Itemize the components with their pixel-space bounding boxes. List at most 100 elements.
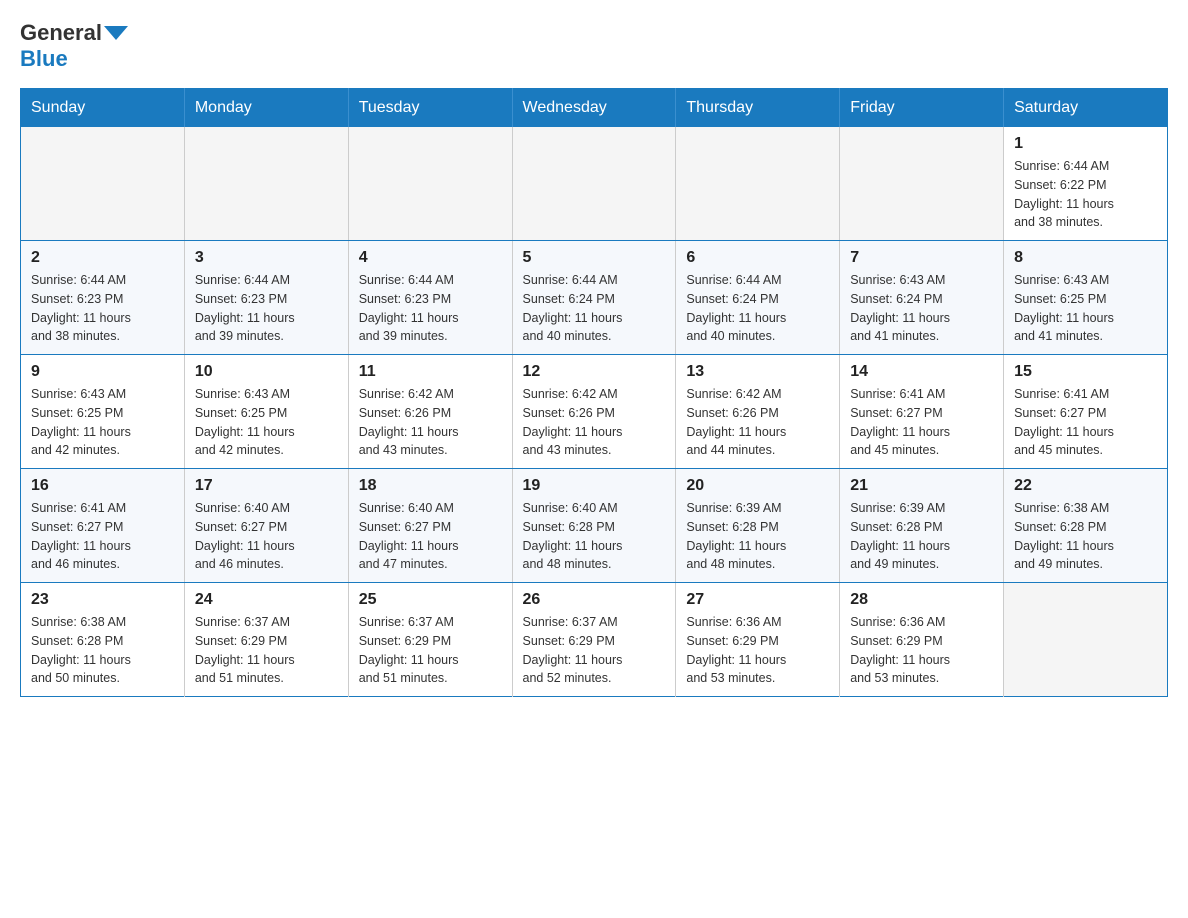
calendar-week-row: 23 Sunrise: 6:38 AM Sunset: 6:28 PM Dayli…	[21, 583, 1168, 697]
day-sun-info: Sunrise: 6:41 AM Sunset: 6:27 PM Dayligh…	[1014, 385, 1157, 460]
calendar-day-cell: 1 Sunrise: 6:44 AM Sunset: 6:22 PM Daylig…	[1004, 127, 1168, 241]
day-number: 3	[195, 249, 338, 267]
calendar-day-cell: 27 Sunrise: 6:36 AM Sunset: 6:29 PM Dayli…	[676, 583, 840, 697]
calendar-table: SundayMondayTuesdayWednesdayThursdayFrid…	[20, 88, 1168, 697]
day-sun-info: Sunrise: 6:43 AM Sunset: 6:24 PM Dayligh…	[850, 271, 993, 346]
day-sun-info: Sunrise: 6:44 AM Sunset: 6:23 PM Dayligh…	[359, 271, 502, 346]
day-number: 15	[1014, 363, 1157, 381]
day-number: 7	[850, 249, 993, 267]
day-sun-info: Sunrise: 6:36 AM Sunset: 6:29 PM Dayligh…	[686, 613, 829, 688]
day-sun-info: Sunrise: 6:40 AM Sunset: 6:27 PM Dayligh…	[359, 499, 502, 574]
day-number: 18	[359, 477, 502, 495]
day-sun-info: Sunrise: 6:42 AM Sunset: 6:26 PM Dayligh…	[523, 385, 666, 460]
day-sun-info: Sunrise: 6:44 AM Sunset: 6:23 PM Dayligh…	[195, 271, 338, 346]
day-sun-info: Sunrise: 6:37 AM Sunset: 6:29 PM Dayligh…	[359, 613, 502, 688]
day-sun-info: Sunrise: 6:43 AM Sunset: 6:25 PM Dayligh…	[195, 385, 338, 460]
calendar-day-cell: 6 Sunrise: 6:44 AM Sunset: 6:24 PM Daylig…	[676, 241, 840, 355]
day-sun-info: Sunrise: 6:42 AM Sunset: 6:26 PM Dayligh…	[359, 385, 502, 460]
day-number: 27	[686, 591, 829, 609]
day-of-week-header: Thursday	[676, 89, 840, 128]
logo-triangle-icon	[104, 26, 128, 40]
day-sun-info: Sunrise: 6:37 AM Sunset: 6:29 PM Dayligh…	[195, 613, 338, 688]
calendar-day-cell	[21, 127, 185, 241]
calendar-day-cell: 25 Sunrise: 6:37 AM Sunset: 6:29 PM Dayli…	[348, 583, 512, 697]
day-number: 19	[523, 477, 666, 495]
day-number: 2	[31, 249, 174, 267]
calendar-week-row: 16 Sunrise: 6:41 AM Sunset: 6:27 PM Dayli…	[21, 469, 1168, 583]
day-sun-info: Sunrise: 6:38 AM Sunset: 6:28 PM Dayligh…	[31, 613, 174, 688]
day-sun-info: Sunrise: 6:42 AM Sunset: 6:26 PM Dayligh…	[686, 385, 829, 460]
day-sun-info: Sunrise: 6:37 AM Sunset: 6:29 PM Dayligh…	[523, 613, 666, 688]
day-sun-info: Sunrise: 6:44 AM Sunset: 6:24 PM Dayligh…	[686, 271, 829, 346]
calendar-day-cell: 19Sunrise: 6:40 AM Sunset: 6:28 PM Dayli…	[512, 469, 676, 583]
day-number: 12	[523, 363, 666, 381]
calendar-day-cell: 24 Sunrise: 6:37 AM Sunset: 6:29 PM Dayli…	[184, 583, 348, 697]
calendar-day-cell: 28 Sunrise: 6:36 AM Sunset: 6:29 PM Dayli…	[840, 583, 1004, 697]
day-sun-info: Sunrise: 6:39 AM Sunset: 6:28 PM Dayligh…	[850, 499, 993, 574]
calendar-day-cell: 12 Sunrise: 6:42 AM Sunset: 6:26 PM Dayli…	[512, 355, 676, 469]
day-sun-info: Sunrise: 6:40 AM Sunset: 6:27 PM Dayligh…	[195, 499, 338, 574]
day-sun-info: Sunrise: 6:41 AM Sunset: 6:27 PM Dayligh…	[850, 385, 993, 460]
calendar-day-cell	[1004, 583, 1168, 697]
day-number: 5	[523, 249, 666, 267]
calendar-day-cell: 9 Sunrise: 6:43 AM Sunset: 6:25 PM Daylig…	[21, 355, 185, 469]
calendar-day-cell: 5 Sunrise: 6:44 AM Sunset: 6:24 PM Daylig…	[512, 241, 676, 355]
calendar-day-cell: 7 Sunrise: 6:43 AM Sunset: 6:24 PM Daylig…	[840, 241, 1004, 355]
calendar-day-cell: 14 Sunrise: 6:41 AM Sunset: 6:27 PM Dayli…	[840, 355, 1004, 469]
day-number: 4	[359, 249, 502, 267]
day-sun-info: Sunrise: 6:38 AM Sunset: 6:28 PM Dayligh…	[1014, 499, 1157, 574]
logo-general-text: General	[20, 20, 102, 46]
day-number: 16	[31, 477, 174, 495]
calendar-day-cell	[676, 127, 840, 241]
day-number: 8	[1014, 249, 1157, 267]
calendar-day-cell: 13 Sunrise: 6:42 AM Sunset: 6:26 PM Dayli…	[676, 355, 840, 469]
day-number: 1	[1014, 135, 1157, 153]
calendar-day-cell: 8 Sunrise: 6:43 AM Sunset: 6:25 PM Daylig…	[1004, 241, 1168, 355]
calendar-week-row: 9 Sunrise: 6:43 AM Sunset: 6:25 PM Daylig…	[21, 355, 1168, 469]
calendar-day-cell: 11 Sunrise: 6:42 AM Sunset: 6:26 PM Dayli…	[348, 355, 512, 469]
calendar-day-cell: 22 Sunrise: 6:38 AM Sunset: 6:28 PM Dayli…	[1004, 469, 1168, 583]
day-number: 9	[31, 363, 174, 381]
logo: General Blue	[20, 20, 130, 72]
day-number: 22	[1014, 477, 1157, 495]
calendar-day-cell: 21Sunrise: 6:39 AM Sunset: 6:28 PM Dayli…	[840, 469, 1004, 583]
day-of-week-header: Tuesday	[348, 89, 512, 128]
day-number: 24	[195, 591, 338, 609]
calendar-day-cell: 4 Sunrise: 6:44 AM Sunset: 6:23 PM Daylig…	[348, 241, 512, 355]
day-number: 13	[686, 363, 829, 381]
day-of-week-header: Friday	[840, 89, 1004, 128]
calendar-day-cell	[512, 127, 676, 241]
day-number: 6	[686, 249, 829, 267]
day-sun-info: Sunrise: 6:43 AM Sunset: 6:25 PM Dayligh…	[31, 385, 174, 460]
day-number: 10	[195, 363, 338, 381]
day-number: 28	[850, 591, 993, 609]
calendar-day-cell: 10 Sunrise: 6:43 AM Sunset: 6:25 PM Dayli…	[184, 355, 348, 469]
day-sun-info: Sunrise: 6:44 AM Sunset: 6:22 PM Dayligh…	[1014, 157, 1157, 232]
day-number: 23	[31, 591, 174, 609]
calendar-day-cell: 17 Sunrise: 6:40 AM Sunset: 6:27 PM Dayli…	[184, 469, 348, 583]
day-number: 25	[359, 591, 502, 609]
day-sun-info: Sunrise: 6:39 AM Sunset: 6:28 PM Dayligh…	[686, 499, 829, 574]
day-of-week-header: Sunday	[21, 89, 185, 128]
day-number: 17	[195, 477, 338, 495]
calendar-day-cell: 23 Sunrise: 6:38 AM Sunset: 6:28 PM Dayli…	[21, 583, 185, 697]
day-sun-info: Sunrise: 6:43 AM Sunset: 6:25 PM Dayligh…	[1014, 271, 1157, 346]
calendar-day-cell: 16 Sunrise: 6:41 AM Sunset: 6:27 PM Dayli…	[21, 469, 185, 583]
day-of-week-header: Wednesday	[512, 89, 676, 128]
calendar-day-cell	[348, 127, 512, 241]
calendar-week-row: 2 Sunrise: 6:44 AM Sunset: 6:23 PM Daylig…	[21, 241, 1168, 355]
calendar-week-row: 1 Sunrise: 6:44 AM Sunset: 6:22 PM Daylig…	[21, 127, 1168, 241]
day-sun-info: Sunrise: 6:36 AM Sunset: 6:29 PM Dayligh…	[850, 613, 993, 688]
day-of-week-header: Saturday	[1004, 89, 1168, 128]
calendar-day-cell: 26Sunrise: 6:37 AM Sunset: 6:29 PM Dayli…	[512, 583, 676, 697]
logo-blue-text: Blue	[20, 46, 68, 72]
day-sun-info: Sunrise: 6:44 AM Sunset: 6:23 PM Dayligh…	[31, 271, 174, 346]
calendar-day-cell	[184, 127, 348, 241]
calendar-day-cell: 2 Sunrise: 6:44 AM Sunset: 6:23 PM Daylig…	[21, 241, 185, 355]
day-of-week-header: Monday	[184, 89, 348, 128]
day-number: 14	[850, 363, 993, 381]
day-number: 11	[359, 363, 502, 381]
calendar-day-cell	[840, 127, 1004, 241]
day-sun-info: Sunrise: 6:41 AM Sunset: 6:27 PM Dayligh…	[31, 499, 174, 574]
day-sun-info: Sunrise: 6:44 AM Sunset: 6:24 PM Dayligh…	[523, 271, 666, 346]
